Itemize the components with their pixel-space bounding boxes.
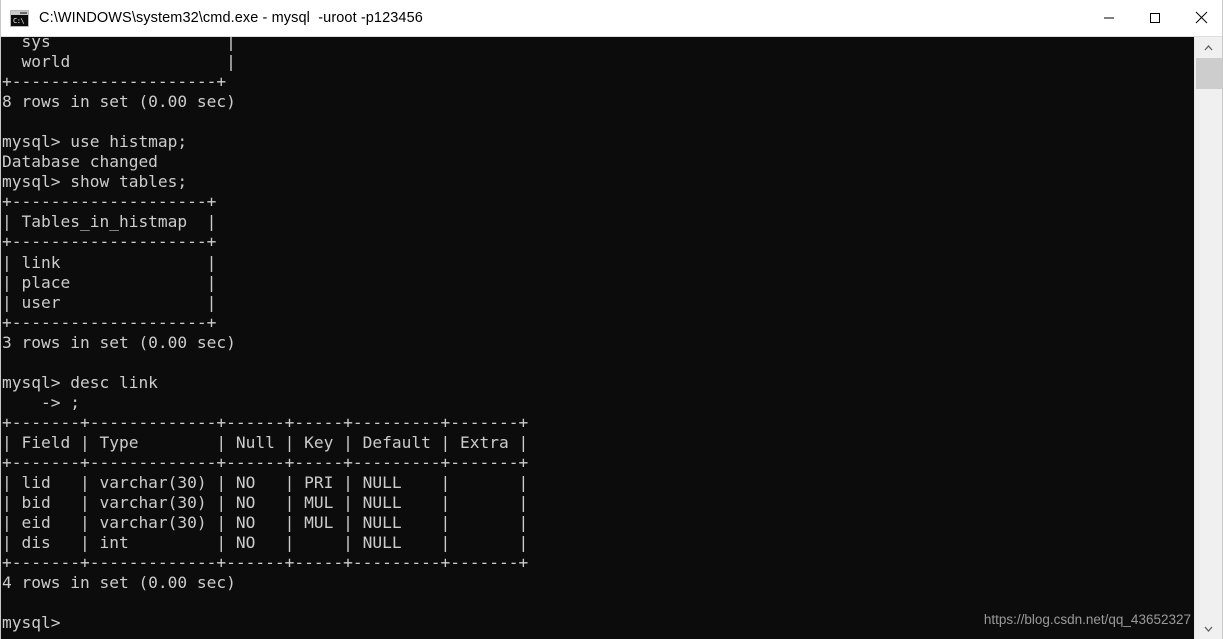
console-output-area[interactable]: sys | world | +---------------------+ 8 …	[1, 37, 1195, 639]
watermark-url: https://blog.csdn.net/qq_43652327	[983, 612, 1191, 627]
close-button[interactable]	[1178, 0, 1222, 36]
scrollbar-thumb[interactable]	[1196, 58, 1222, 89]
maximize-button[interactable]	[1132, 0, 1178, 36]
cmd-exe-icon: C:\	[10, 9, 29, 27]
minimize-icon	[1104, 17, 1114, 18]
scroll-up-button[interactable]	[1195, 37, 1222, 58]
scrollbar-track[interactable]	[1196, 89, 1222, 618]
window-controls	[1086, 0, 1222, 37]
minimize-button[interactable]	[1086, 0, 1132, 36]
title-bar[interactable]: C:\ C:\WINDOWS\system32\cmd.exe - mysql …	[1, 0, 1222, 37]
chevron-down-icon	[1204, 626, 1213, 632]
icon-prompt-glyph: C:\	[13, 16, 25, 25]
icon-titlebar-stripe	[11, 10, 28, 15]
window-title: C:\WINDOWS\system32\cmd.exe - mysql -uro…	[39, 10, 423, 26]
console-window: C:\ C:\WINDOWS\system32\cmd.exe - mysql …	[0, 0, 1223, 639]
chevron-up-icon	[1204, 44, 1213, 50]
console-text: sys | world | +---------------------+ 8 …	[2, 37, 529, 633]
scroll-down-button[interactable]	[1195, 618, 1222, 639]
maximize-icon	[1150, 12, 1160, 23]
close-icon	[1195, 11, 1207, 24]
vertical-scrollbar[interactable]	[1194, 37, 1222, 639]
